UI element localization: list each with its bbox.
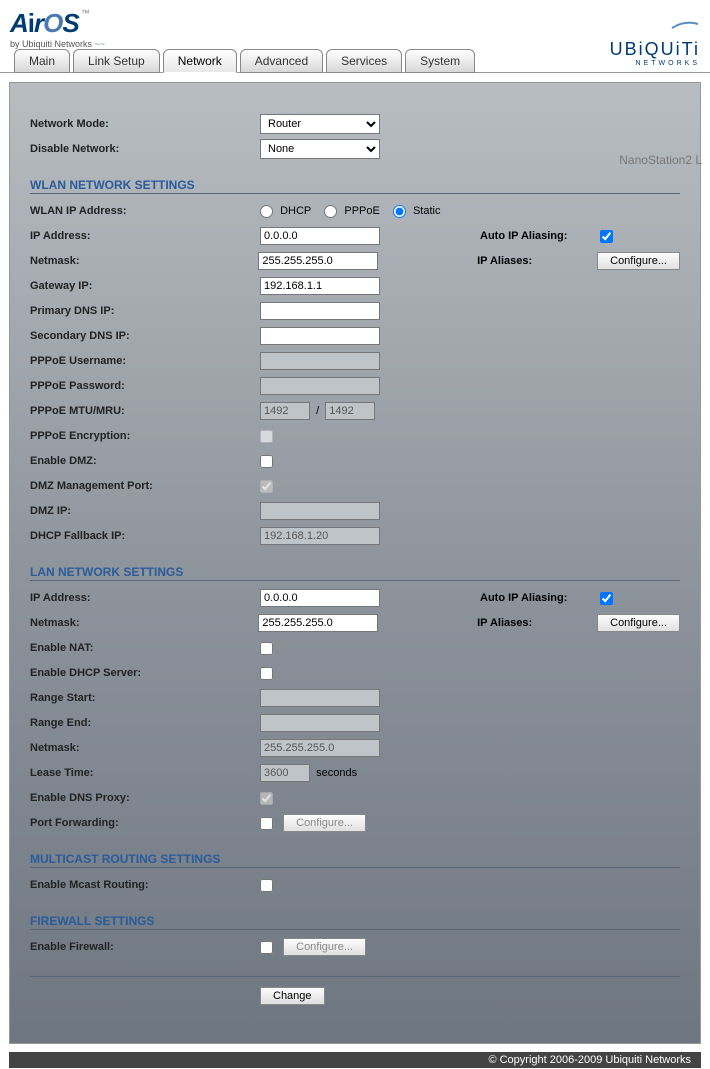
port-fwd-checkbox[interactable] bbox=[260, 817, 273, 830]
lease-time-label: Lease Time: bbox=[30, 767, 260, 779]
tab-system[interactable]: System bbox=[405, 49, 475, 73]
wlan-dns1-input[interactable] bbox=[260, 302, 380, 320]
wlan-autoip-label: Auto IP Aliasing: bbox=[480, 230, 600, 242]
range-end-label: Range End: bbox=[30, 717, 260, 729]
wlan-dns2-input[interactable] bbox=[260, 327, 380, 345]
lan-ipaliases-configure-button[interactable]: Configure... bbox=[597, 614, 680, 632]
firewall-configure-button: Configure... bbox=[283, 938, 366, 956]
wlan-gateway-input[interactable] bbox=[260, 277, 380, 295]
lan-netmask-label: Netmask: bbox=[30, 617, 258, 629]
range-start-input bbox=[260, 689, 380, 707]
dns-proxy-label: Enable DNS Proxy: bbox=[30, 792, 260, 804]
wlan-dns1-label: Primary DNS IP: bbox=[30, 305, 260, 317]
wlan-dns2-label: Secondary DNS IP: bbox=[30, 330, 260, 342]
dhcp-netmask-label: Netmask: bbox=[30, 742, 260, 754]
model-label: NanoStation2 L bbox=[619, 153, 702, 167]
main-content: Network Mode: Router Disable Network: No… bbox=[9, 82, 701, 1044]
range-start-label: Range Start: bbox=[30, 692, 260, 704]
pppoe-pass-label: PPPoE Password: bbox=[30, 380, 260, 392]
logo: AirOS ™ by Ubiquiti Networks ~~ bbox=[10, 8, 105, 49]
pppoe-mtu-input bbox=[260, 402, 310, 420]
enable-dhcp-label: Enable DHCP Server: bbox=[30, 667, 260, 679]
pppoe-enc-label: PPPoE Encryption: bbox=[30, 430, 260, 442]
dmz-ip-input bbox=[260, 502, 380, 520]
disable-network-label: Disable Network: bbox=[30, 143, 260, 155]
tab-services[interactable]: Services bbox=[326, 49, 402, 73]
firewall-enable-label: Enable Firewall: bbox=[30, 941, 260, 953]
enable-dmz-label: Enable DMZ: bbox=[30, 455, 260, 467]
dmz-ip-label: DMZ IP: bbox=[30, 505, 260, 517]
pppoe-mtu-label: PPPoE MTU/MRU: bbox=[30, 405, 260, 417]
disable-network-select[interactable]: None bbox=[260, 139, 380, 159]
mcast-section-header: MULTICAST ROUTING SETTINGS bbox=[30, 852, 680, 868]
range-end-input bbox=[260, 714, 380, 732]
wlan-ip-mode-label: WLAN IP Address: bbox=[30, 205, 260, 217]
lease-time-unit: seconds bbox=[316, 767, 357, 779]
enable-dhcp-checkbox[interactable] bbox=[260, 667, 273, 680]
wlan-netmask-label: Netmask: bbox=[30, 255, 258, 267]
port-fwd-configure-button: Configure... bbox=[283, 814, 366, 832]
pppoe-user-input bbox=[260, 352, 380, 370]
enable-dmz-checkbox[interactable] bbox=[260, 455, 273, 468]
lan-ipaliases-label: IP Aliases: bbox=[477, 617, 597, 629]
wlan-ip-input[interactable] bbox=[260, 227, 380, 245]
tab-network[interactable]: Network bbox=[163, 49, 237, 73]
lease-time-input bbox=[260, 764, 310, 782]
radio-static[interactable]: Static bbox=[393, 205, 441, 217]
tab-advanced[interactable]: Advanced bbox=[240, 49, 323, 73]
lan-autoip-label: Auto IP Aliasing: bbox=[480, 592, 600, 604]
lan-section-header: LAN NETWORK SETTINGS bbox=[30, 565, 680, 581]
network-mode-label: Network Mode: bbox=[30, 118, 260, 130]
wlan-section-header: WLAN NETWORK SETTINGS bbox=[30, 178, 680, 194]
port-fwd-label: Port Forwarding: bbox=[30, 817, 260, 829]
dmz-port-checkbox bbox=[260, 480, 273, 493]
dhcp-fallback-label: DHCP Fallback IP: bbox=[30, 530, 260, 542]
dns-proxy-checkbox bbox=[260, 792, 273, 805]
divider bbox=[30, 976, 680, 977]
dhcp-netmask-input bbox=[260, 739, 380, 757]
lan-ip-input[interactable] bbox=[260, 589, 380, 607]
lan-netmask-input[interactable] bbox=[258, 614, 378, 632]
radio-pppoe[interactable]: PPPoE bbox=[324, 205, 380, 217]
mcast-enable-checkbox[interactable] bbox=[260, 879, 273, 892]
lan-ip-label: IP Address: bbox=[30, 592, 260, 604]
tab-bar: Main Link Setup Network Advanced Service… bbox=[14, 49, 478, 73]
logo-subtitle: by Ubiquiti Networks ~~ bbox=[10, 39, 105, 49]
brand-swoosh-icon bbox=[670, 18, 700, 30]
firewall-section-header: FIREWALL SETTINGS bbox=[30, 914, 680, 930]
firewall-enable-checkbox[interactable] bbox=[260, 941, 273, 954]
mcast-enable-label: Enable Mcast Routing: bbox=[30, 879, 260, 891]
dhcp-fallback-input bbox=[260, 527, 380, 545]
footer: © Copyright 2006-2009 Ubiquiti Networks bbox=[9, 1052, 701, 1068]
pppoe-user-label: PPPoE Username: bbox=[30, 355, 260, 367]
network-mode-select[interactable]: Router bbox=[260, 114, 380, 134]
lan-autoip-checkbox[interactable] bbox=[600, 592, 613, 605]
tab-main[interactable]: Main bbox=[14, 49, 70, 73]
wlan-netmask-input[interactable] bbox=[258, 252, 378, 270]
pppoe-pass-input bbox=[260, 377, 380, 395]
header: AirOS ™ by Ubiquiti Networks ~~ UBiQUiTi… bbox=[0, 0, 710, 73]
wlan-ipaliases-label: IP Aliases: bbox=[477, 255, 597, 267]
logo-text: AirOS bbox=[10, 8, 79, 39]
tab-link-setup[interactable]: Link Setup bbox=[73, 49, 160, 73]
radio-dhcp[interactable]: DHCP bbox=[260, 205, 311, 217]
enable-nat-checkbox[interactable] bbox=[260, 642, 273, 655]
dmz-port-label: DMZ Management Port: bbox=[30, 480, 260, 492]
brand-right: UBiQUiTi NETWORKS bbox=[610, 18, 700, 67]
wlan-ipaliases-configure-button[interactable]: Configure... bbox=[597, 252, 680, 270]
wlan-ip-label: IP Address: bbox=[30, 230, 260, 242]
enable-nat-label: Enable NAT: bbox=[30, 642, 260, 654]
change-button[interactable]: Change bbox=[260, 987, 325, 1005]
pppoe-enc-checkbox bbox=[260, 430, 273, 443]
pppoe-mru-input bbox=[325, 402, 375, 420]
wlan-gateway-label: Gateway IP: bbox=[30, 280, 260, 292]
wlan-autoip-checkbox[interactable] bbox=[600, 230, 613, 243]
